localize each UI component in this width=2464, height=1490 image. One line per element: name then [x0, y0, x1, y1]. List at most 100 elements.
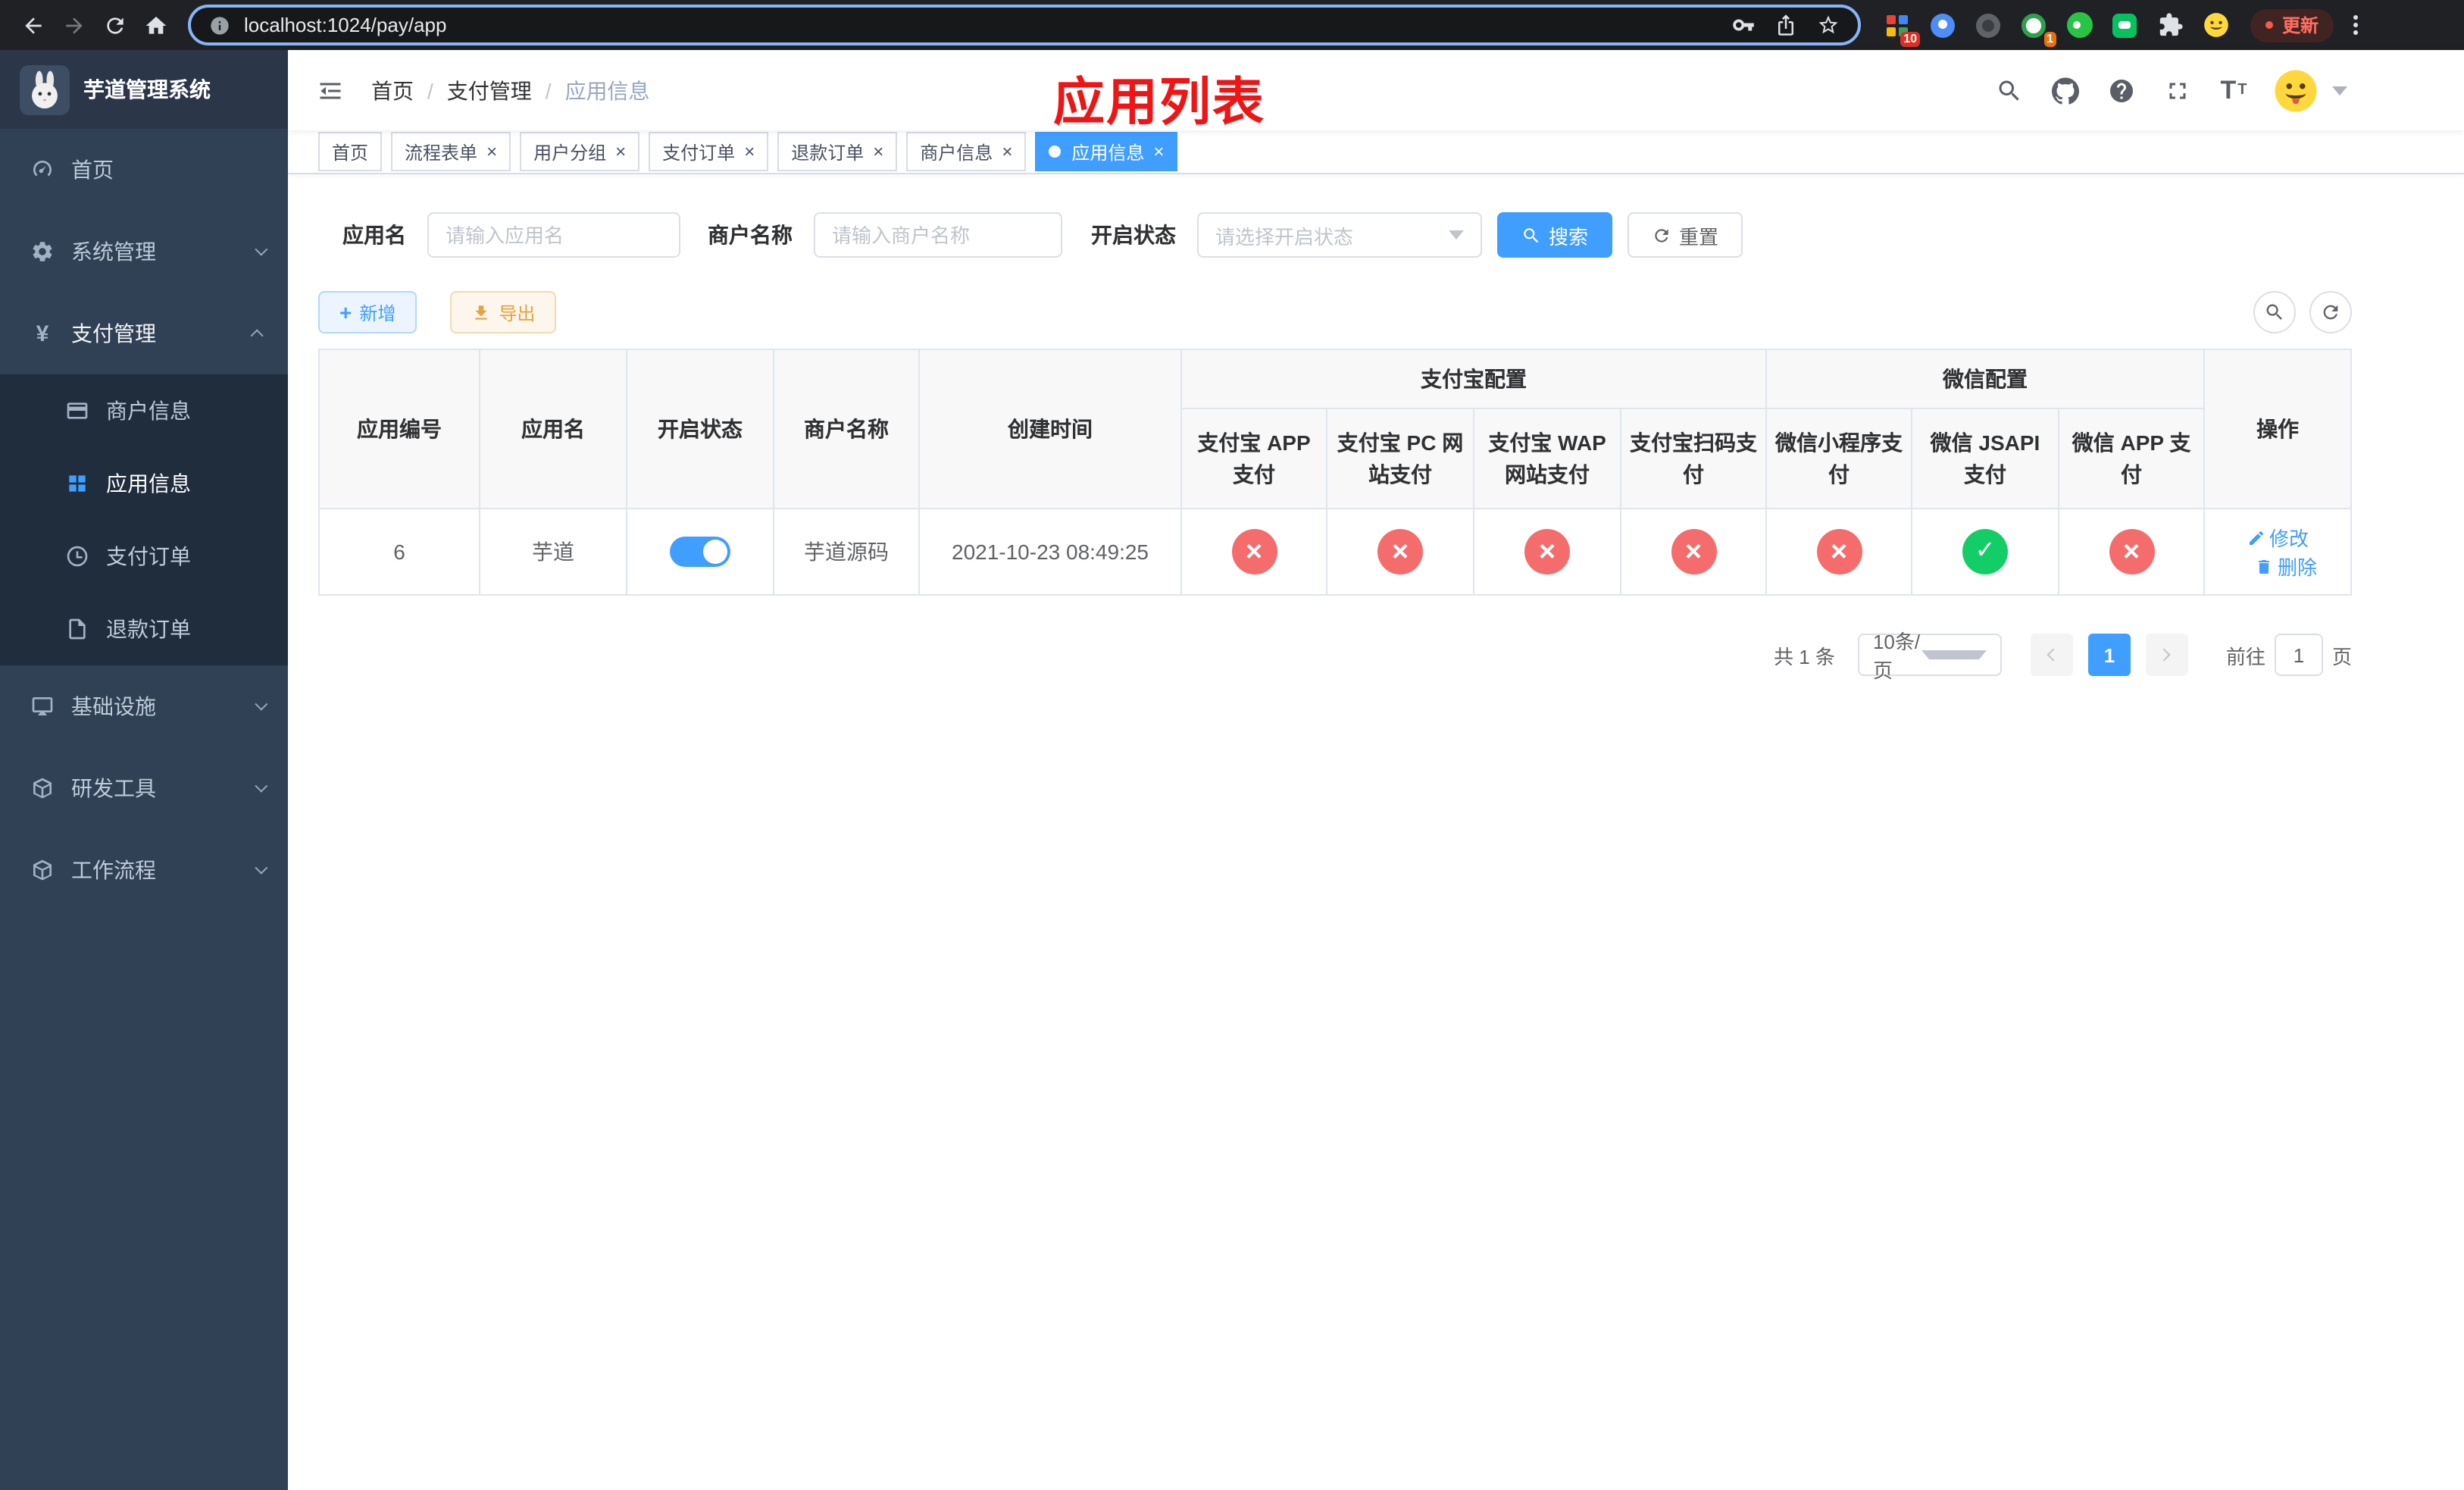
- alipay-pc-pay-status[interactable]: [1377, 529, 1423, 574]
- add-button[interactable]: + 新增: [318, 291, 417, 333]
- extension-blocks-icon[interactable]: 10: [1881, 8, 1920, 46]
- tab-user-group[interactable]: 用户分组 ×: [520, 132, 640, 171]
- avatar-caret-icon[interactable]: [2332, 86, 2347, 95]
- sidebar-item-pay-order[interactable]: 支付订单: [0, 520, 288, 593]
- site-info-icon[interactable]: [209, 14, 230, 36]
- col-app-id: 应用编号: [318, 349, 480, 509]
- tab-home[interactable]: 首页: [318, 132, 383, 171]
- browser-home-icon[interactable]: [135, 5, 176, 45]
- tab-app-info[interactable]: 应用信息 ×: [1035, 132, 1178, 171]
- extensions-row: 10 1: [1881, 8, 2232, 46]
- tab-label: 首页: [332, 142, 369, 163]
- cell-app-id: 6: [318, 508, 480, 596]
- delete-link[interactable]: 删除: [2255, 552, 2317, 581]
- browser-back-icon[interactable]: [12, 5, 53, 45]
- toggle-search-icon[interactable]: [2253, 291, 2296, 333]
- goto-suffix: 页: [2331, 645, 2352, 668]
- close-icon[interactable]: ×: [1002, 142, 1012, 161]
- extension-drop-icon[interactable]: [1926, 8, 1959, 42]
- gear-icon: [30, 239, 55, 264]
- merchant-name-input[interactable]: [814, 212, 1062, 258]
- bookmark-star-icon[interactable]: [1817, 14, 1840, 36]
- sidebar-item-app-info[interactable]: 应用信息: [0, 447, 288, 520]
- page-number-button[interactable]: 1: [2087, 634, 2131, 676]
- status-toggle[interactable]: [670, 537, 730, 567]
- app-logo[interactable]: 芋道管理系统: [0, 50, 288, 129]
- sidebar-item-system[interactable]: 系统管理: [0, 211, 288, 293]
- pagination: 共 1 条 10条/页 1 前往 页: [318, 631, 2352, 682]
- breadcrumb-home[interactable]: 首页: [371, 75, 414, 105]
- search-icon[interactable]: [1993, 74, 2026, 107]
- breadcrumb-app-info: 应用信息: [564, 78, 650, 102]
- url-text[interactable]: localhost:1024/pay/app: [244, 14, 1732, 36]
- alipay-wap-pay-status[interactable]: [1524, 529, 1570, 574]
- sidebar-item-home[interactable]: 首页: [0, 129, 288, 211]
- goto-page-input[interactable]: [2274, 634, 2323, 676]
- browser-forward-icon[interactable]: [53, 5, 94, 45]
- status-select[interactable]: 请选择开启状态: [1197, 212, 1482, 258]
- alipay-app-pay-status[interactable]: [1231, 529, 1277, 574]
- page-size-select[interactable]: 10条/页: [1857, 631, 2002, 682]
- edit-link[interactable]: 修改: [2247, 523, 2309, 552]
- reset-button[interactable]: 重置: [1628, 212, 1743, 258]
- tab-label: 商户信息: [920, 142, 993, 163]
- url-bar[interactable]: localhost:1024/pay/app: [188, 5, 1861, 45]
- next-page-button[interactable]: [2145, 634, 2188, 676]
- export-button[interactable]: 导出: [450, 291, 557, 333]
- close-icon[interactable]: ×: [615, 142, 626, 161]
- update-button[interactable]: 更新: [2250, 8, 2334, 42]
- wechat-app-pay-status[interactable]: [2109, 529, 2155, 574]
- sidebar-item-dev-tools[interactable]: 研发工具: [0, 747, 288, 829]
- refresh-icon[interactable]: [2309, 291, 2352, 333]
- cell-status: [626, 508, 774, 596]
- sidebar-item-payment[interactable]: ¥ 支付管理: [0, 293, 288, 374]
- password-key-icon[interactable]: [1732, 14, 1755, 36]
- help-icon[interactable]: [2105, 74, 2138, 107]
- app-name-input[interactable]: [427, 212, 680, 258]
- close-icon[interactable]: ×: [486, 142, 497, 161]
- user-avatar[interactable]: [2273, 67, 2319, 113]
- extension-chat-icon[interactable]: [2108, 8, 2141, 42]
- sidebar-item-refund-order[interactable]: 退款订单: [0, 593, 288, 665]
- close-icon[interactable]: ×: [744, 142, 755, 161]
- extension-dark-icon[interactable]: [1972, 8, 2005, 42]
- wechat-jsapi-pay-status[interactable]: [1962, 529, 2008, 574]
- yen-icon: ¥: [36, 321, 49, 346]
- github-icon[interactable]: [2049, 74, 2082, 107]
- sidebar-collapse-icon[interactable]: [311, 70, 350, 110]
- close-icon[interactable]: ×: [1153, 142, 1164, 161]
- browser-profile-avatar[interactable]: [2199, 8, 2232, 42]
- share-icon[interactable]: [1775, 14, 1797, 36]
- close-icon[interactable]: ×: [873, 142, 883, 161]
- tab-merchant-info[interactable]: 商户信息 ×: [906, 132, 1027, 171]
- breadcrumb: 首页 / 支付管理 / 应用信息: [371, 75, 650, 105]
- tab-flow-form[interactable]: 流程表单 ×: [391, 132, 511, 171]
- browser-menu-icon[interactable]: [2347, 9, 2364, 41]
- tab-pay-order[interactable]: 支付订单 ×: [649, 132, 769, 171]
- app-title: 芋道管理系统: [83, 77, 211, 102]
- col-wechat-mini: 微信小程序支付: [1765, 408, 1912, 509]
- extension-wechat-icon[interactable]: [2062, 8, 2096, 42]
- sidebar-item-workflow[interactable]: 工作流程: [0, 829, 288, 911]
- extension-profile-icon[interactable]: 1: [2017, 8, 2056, 46]
- extensions-puzzle-icon[interactable]: [2153, 8, 2187, 42]
- breadcrumb-payment[interactable]: 支付管理: [447, 75, 532, 105]
- alipay-qr-pay-status[interactable]: [1671, 529, 1716, 574]
- search-button[interactable]: 搜索: [1497, 212, 1613, 258]
- cell-merchant: 芋道源码: [773, 508, 920, 596]
- fullscreen-icon[interactable]: [2161, 74, 2194, 107]
- chevron-down-icon: [255, 779, 268, 793]
- order-icon: [65, 544, 89, 568]
- chevron-down-icon: [255, 243, 268, 256]
- chevron-up-icon: [250, 329, 264, 343]
- font-size-icon[interactable]: [2217, 74, 2250, 107]
- tab-refund-order[interactable]: 退款订单 ×: [777, 132, 898, 171]
- prev-page-button[interactable]: [2030, 634, 2073, 676]
- logo-image: [20, 64, 70, 114]
- browser-reload-icon[interactable]: [94, 5, 135, 45]
- wechat-mini-pay-status[interactable]: [1816, 529, 1862, 574]
- sidebar-item-infrastructure[interactable]: 基础设施: [0, 665, 288, 747]
- col-wechat-jsapi: 微信 JSAPI 支付: [1911, 408, 2059, 509]
- sidebar-item-label: 基础设施: [71, 694, 156, 718]
- sidebar-item-merchant-info[interactable]: 商户信息: [0, 374, 288, 447]
